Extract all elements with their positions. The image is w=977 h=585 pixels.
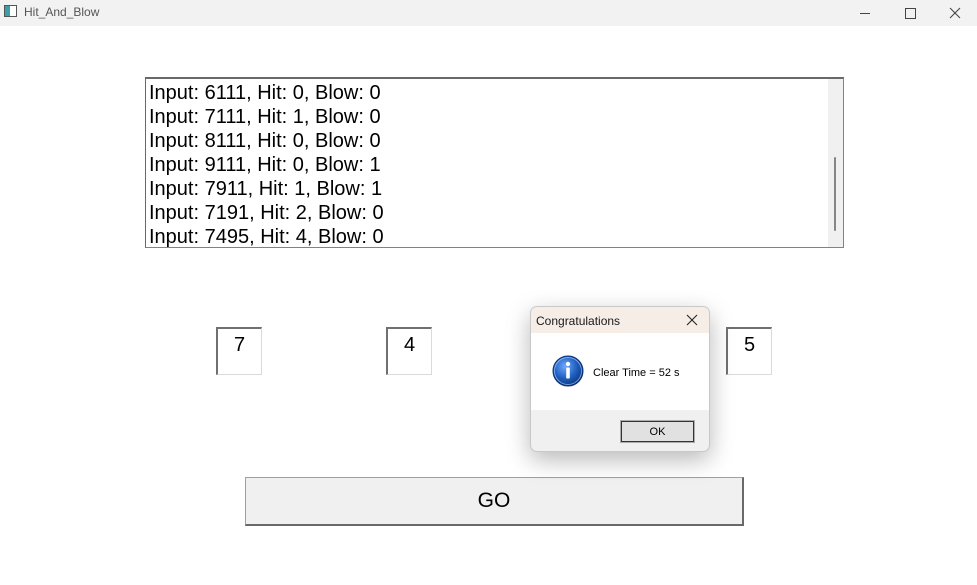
history-line: Input: 6111, Hit: 0, Blow: 0 (149, 82, 381, 104)
dialog-title-bar[interactable]: Congratulations (531, 307, 709, 333)
app-icon (4, 5, 17, 17)
history-line: Input: 7911, Hit: 1, Blow: 1 (149, 178, 383, 200)
history-listbox[interactable]: Input: 6111, Hit: 0, Blow: 0 Input: 7111… (145, 77, 844, 248)
history-line: Input: 9111, Hit: 0, Blow: 1 (149, 154, 381, 176)
dialog-title: Congratulations (536, 314, 621, 328)
maximize-icon (904, 7, 916, 19)
minimize-button[interactable] (842, 0, 888, 26)
history-scrollbar[interactable] (828, 79, 843, 247)
close-icon (949, 7, 961, 19)
dialog-close-button[interactable] (681, 310, 703, 330)
history-line: Input: 7111, Hit: 1, Blow: 0 (149, 106, 381, 128)
dialog-body: Clear Time = 52 s (531, 333, 709, 410)
window-title: Hit_And_Blow (24, 5, 100, 19)
close-button[interactable] (932, 0, 977, 26)
title-bar[interactable]: Hit_And_Blow (0, 0, 977, 26)
close-icon (686, 314, 698, 326)
maximize-button[interactable] (887, 0, 933, 26)
ok-button[interactable]: OK (620, 420, 695, 443)
congratulations-dialog: Congratulations Clear Time = 52 s OK (530, 306, 710, 452)
info-icon (552, 355, 584, 387)
history-line: Input: 8111, Hit: 0, Blow: 0 (149, 130, 381, 152)
digit-input-4[interactable]: 5 (726, 327, 772, 375)
history-lines: Input: 6111, Hit: 0, Blow: 0 Input: 7111… (149, 81, 384, 248)
dialog-message: Clear Time = 52 s (593, 367, 680, 379)
minimize-icon (860, 12, 870, 14)
scroll-thumb[interactable] (834, 157, 836, 231)
history-line: Input: 7495, Hit: 4, Blow: 0 (149, 226, 384, 248)
go-button[interactable]: GO (245, 477, 744, 526)
history-line: Input: 7191, Hit: 2, Blow: 0 (149, 202, 384, 224)
main-window: Hit_And_Blow Input: 6111, Hit: 0, Blow: … (0, 0, 977, 585)
digit-input-2[interactable]: 4 (386, 327, 432, 375)
digit-input-1[interactable]: 7 (216, 327, 262, 375)
